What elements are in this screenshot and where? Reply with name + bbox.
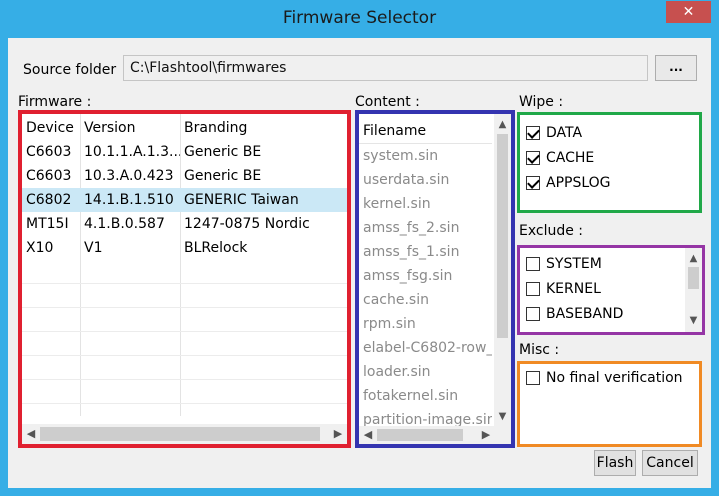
column-header-version[interactable]: Version bbox=[80, 116, 180, 140]
cell-device: C6603 bbox=[26, 144, 72, 160]
cell-branding: GENERIC Taiwan bbox=[184, 192, 299, 208]
row-divider bbox=[22, 307, 347, 308]
list-item[interactable]: fotakernel.sin bbox=[359, 384, 492, 408]
row-divider bbox=[22, 379, 347, 380]
cell-device: C6603 bbox=[26, 168, 72, 184]
cancel-button[interactable]: Cancel bbox=[642, 450, 698, 476]
list-item[interactable]: amss_fs_1.sin bbox=[359, 240, 492, 264]
checkbox-unchecked-icon[interactable] bbox=[526, 307, 540, 321]
checkbox-label: APPSLOG bbox=[546, 175, 611, 191]
cell-version: 4.1.B.0.587 bbox=[84, 216, 165, 232]
checkbox-checked-icon[interactable] bbox=[526, 176, 540, 190]
source-folder-field[interactable]: C:\Flashtool\firmwares bbox=[123, 55, 648, 81]
cell-version: 10.3.A.0.423 bbox=[84, 168, 174, 184]
row-divider bbox=[22, 403, 347, 404]
no-final-verification-checkbox[interactable]: No final verification bbox=[526, 366, 683, 390]
misc-label: Misc : bbox=[519, 342, 560, 358]
list-item[interactable]: amss_fs_2.sin bbox=[359, 216, 492, 240]
wipe-appslog-checkbox[interactable]: APPSLOG bbox=[526, 171, 611, 195]
column-header-device[interactable]: Device bbox=[22, 116, 80, 140]
source-folder-label: Source folder bbox=[23, 62, 117, 78]
cell-device: MT15I bbox=[26, 216, 69, 232]
scroll-right-icon[interactable]: ▶ bbox=[477, 426, 495, 444]
close-button[interactable]: ✕ bbox=[666, 1, 711, 23]
checkbox-checked-icon[interactable] bbox=[526, 126, 540, 140]
cell-branding: 1247-0875 Nordic bbox=[184, 216, 310, 232]
row-divider bbox=[22, 331, 347, 332]
row-divider bbox=[22, 283, 347, 284]
scroll-left-icon[interactable]: ◀ bbox=[359, 426, 377, 444]
list-item[interactable]: cache.sin bbox=[359, 288, 492, 312]
checkbox-label: BASEBAND bbox=[546, 306, 624, 322]
list-item[interactable]: amss_fsg.sin bbox=[359, 264, 492, 288]
cell-device: C6802 bbox=[26, 192, 72, 208]
table-row[interactable]: C6603 10.1.1.A.1.3... Generic BE bbox=[22, 140, 347, 164]
wipe-cache-checkbox[interactable]: CACHE bbox=[526, 146, 594, 170]
checkbox-label: No final verification bbox=[546, 370, 683, 386]
cell-device: X10 bbox=[26, 240, 54, 256]
wipe-panel: DATA CACHE APPSLOG bbox=[520, 115, 699, 210]
filename-column-header[interactable]: Filename bbox=[359, 118, 492, 144]
scrollbar-thumb[interactable] bbox=[688, 267, 699, 289]
exclude-label: Exclude : bbox=[519, 223, 584, 239]
list-item[interactable]: elabel-C6802-row_2 bbox=[359, 336, 492, 360]
table-row[interactable]: C6603 10.3.A.0.423 Generic BE bbox=[22, 164, 347, 188]
list-item[interactable]: system.sin bbox=[359, 144, 492, 168]
column-header-branding[interactable]: Branding bbox=[180, 116, 347, 140]
window-title: Firmware Selector bbox=[282, 8, 437, 28]
cell-version: 14.1.B.1.510 bbox=[84, 192, 174, 208]
exclude-panel[interactable]: SYSTEM KERNEL BASEBAND ▲ ▼ bbox=[520, 248, 702, 332]
exclude-vertical-scrollbar[interactable]: ▲ ▼ bbox=[685, 248, 702, 332]
firmware-table[interactable]: Device Version Branding C6603 10.1.1.A.1… bbox=[22, 114, 347, 444]
wipe-data-checkbox[interactable]: DATA bbox=[526, 121, 582, 145]
checkbox-label: SYSTEM bbox=[546, 256, 602, 272]
cell-branding: Generic BE bbox=[184, 144, 262, 160]
flash-button[interactable]: Flash bbox=[594, 450, 636, 476]
list-item[interactable]: kernel.sin bbox=[359, 192, 492, 216]
scroll-up-icon[interactable]: ▲ bbox=[685, 250, 702, 267]
scroll-right-icon[interactable]: ▶ bbox=[329, 424, 347, 444]
table-row-selected[interactable]: C6802 14.1.B.1.510 GENERIC Taiwan bbox=[22, 188, 347, 212]
checkbox-label: DATA bbox=[546, 125, 583, 141]
checkbox-label: KERNEL bbox=[546, 281, 601, 297]
exclude-kernel-checkbox[interactable]: KERNEL bbox=[526, 277, 601, 301]
checkbox-unchecked-icon[interactable] bbox=[526, 282, 540, 296]
checkbox-label: CACHE bbox=[546, 150, 595, 166]
scroll-down-icon[interactable]: ▼ bbox=[494, 408, 511, 425]
scrollbar-thumb[interactable] bbox=[377, 429, 463, 441]
exclude-baseband-checkbox[interactable]: BASEBAND bbox=[526, 302, 623, 326]
wipe-label: Wipe : bbox=[519, 94, 564, 110]
cell-branding: Generic BE bbox=[184, 168, 262, 184]
close-icon: ✕ bbox=[682, 4, 695, 20]
scrollbar-thumb[interactable] bbox=[40, 427, 320, 441]
scroll-left-icon[interactable]: ◀ bbox=[22, 424, 40, 444]
misc-panel: No final verification bbox=[520, 364, 699, 444]
table-row[interactable]: MT15I 4.1.B.0.587 1247-0875 Nordic bbox=[22, 212, 347, 236]
checkbox-checked-icon[interactable] bbox=[526, 151, 540, 165]
checkbox-unchecked-icon[interactable] bbox=[526, 371, 540, 385]
dialog-client-area: Source folder C:\Flashtool\firmwares ...… bbox=[8, 38, 711, 488]
row-divider bbox=[22, 355, 347, 356]
content-vertical-scrollbar[interactable]: ▲ ▼ bbox=[494, 114, 511, 426]
list-item[interactable]: rpm.sin bbox=[359, 312, 492, 336]
content-label: Content : bbox=[355, 94, 420, 110]
firmware-horizontal-scrollbar[interactable]: ◀ ▶ bbox=[22, 424, 347, 444]
table-header-row: Device Version Branding bbox=[22, 116, 347, 140]
firmware-label: Firmware : bbox=[18, 94, 92, 110]
checkbox-unchecked-icon[interactable] bbox=[526, 257, 540, 271]
scrollbar-thumb[interactable] bbox=[497, 134, 508, 338]
cell-version: V1 bbox=[84, 240, 103, 256]
scroll-up-icon[interactable]: ▲ bbox=[494, 116, 511, 133]
table-row[interactable]: X10 V1 BLRelock bbox=[22, 236, 347, 260]
browse-button[interactable]: ... bbox=[655, 55, 697, 81]
exclude-system-checkbox[interactable]: SYSTEM bbox=[526, 252, 602, 276]
list-item[interactable]: loader.sin bbox=[359, 360, 492, 384]
content-horizontal-scrollbar[interactable]: ◀ ▶ bbox=[359, 426, 511, 444]
title-bar[interactable]: Firmware Selector ✕ bbox=[0, 0, 719, 38]
list-item[interactable]: userdata.sin bbox=[359, 168, 492, 192]
scroll-down-icon[interactable]: ▼ bbox=[685, 312, 702, 329]
cell-version: 10.1.1.A.1.3... bbox=[84, 144, 180, 160]
content-file-list[interactable]: Filename system.sin userdata.sin kernel.… bbox=[359, 114, 511, 444]
cell-branding: BLRelock bbox=[184, 240, 248, 256]
